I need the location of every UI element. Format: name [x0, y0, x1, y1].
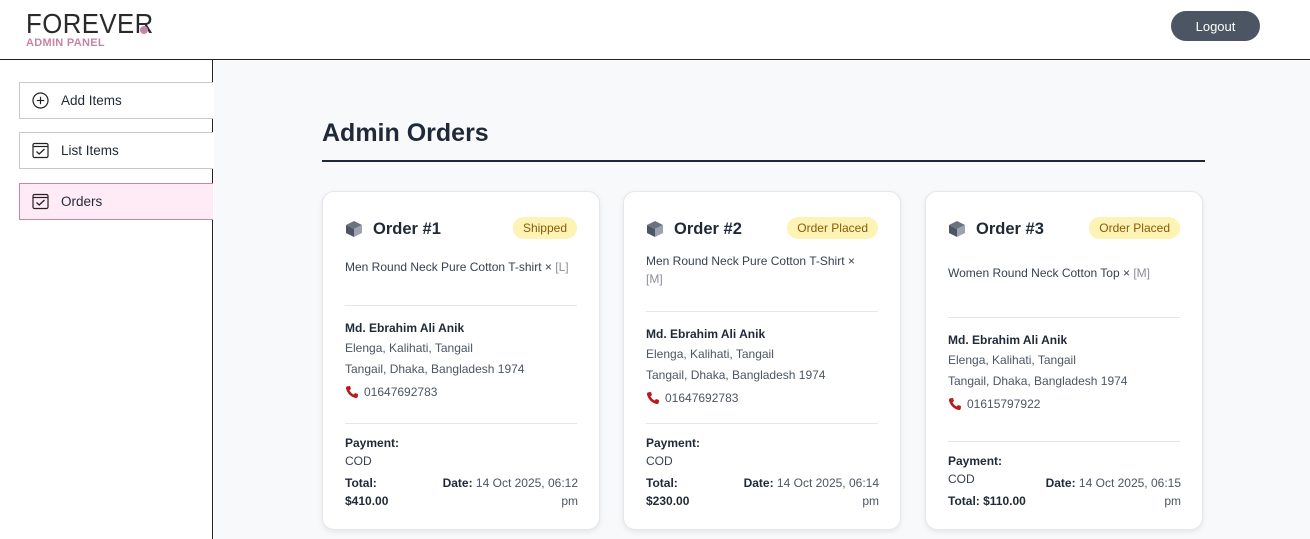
plus-circle-icon [32, 92, 49, 109]
order-card: Order #1 Shipped Men Round Neck Pure Cot… [322, 191, 600, 530]
date-suffix: pm [1164, 494, 1181, 508]
order-header: Order #2 Order Placed [646, 216, 878, 242]
date-label: Date: [1045, 476, 1076, 490]
total-row: Total: $110.00 [948, 494, 1026, 508]
customer-name: Md. Ebrahim Ali Anik [345, 321, 465, 335]
phone-number: 01647692783 [364, 385, 438, 399]
address-line-1: Elenga, Kalihati, Tangail [948, 353, 1076, 367]
customer-name: Md. Ebrahim Ali Anik [948, 333, 1068, 347]
order-header: Order #1 Shipped [345, 216, 577, 242]
customer-name: Md. Ebrahim Ali Anik [646, 327, 766, 341]
main-content: Admin Orders Order #1 Shipped Men Round … [214, 61, 1310, 539]
sidebar-item-orders[interactable]: Orders [19, 183, 213, 220]
date-suffix: pm [862, 494, 879, 508]
payment-method: COD [345, 454, 372, 468]
address-line-1: Elenga, Kalihati, Tangail [345, 341, 473, 355]
phone-row: 01647692783 [646, 391, 738, 405]
order-item: Men Round Neck Pure Cotton T-Shirt × [M] [646, 252, 878, 288]
order-number: Order #2 [674, 219, 742, 238]
phone-number: 01615797922 [967, 397, 1041, 411]
item-size: [M] [646, 272, 663, 286]
address-line-2: Tangail, Dhaka, Bangladesh 1974 [646, 368, 826, 382]
divider [345, 423, 577, 424]
phone-row: 01615797922 [948, 397, 1040, 411]
item-size: [L] [555, 260, 569, 274]
package-icon [949, 221, 965, 237]
sidebar-item-label: List Items [61, 143, 119, 158]
sidebar-item-label: Orders [61, 194, 103, 209]
logout-button[interactable]: Logout [1171, 11, 1260, 41]
divider [345, 305, 577, 306]
logo-dot [140, 26, 148, 34]
order-date: Date: 14 Oct 2025, 06:12 pm [428, 474, 578, 510]
phone-icon [646, 392, 659, 405]
order-item: Men Round Neck Pure Cotton T-shirt × [L] [345, 258, 577, 276]
top-bar: FOREVER ADMIN PANEL Logout [0, 0, 1310, 60]
order-card: Order #3 Order Placed Women Round Neck C… [925, 191, 1203, 530]
item-size: [M] [1133, 266, 1151, 280]
status-badge: Order Placed [787, 217, 878, 239]
date-suffix: pm [561, 494, 578, 508]
logo[interactable]: FOREVER ADMIN PANEL [26, 8, 165, 50]
item-name: Men Round Neck Pure Cotton T-shirt × [345, 260, 552, 274]
date-label: Date: [743, 476, 774, 490]
package-icon [647, 221, 663, 237]
date-value: 14 Oct 2025, 06:12 [475, 476, 578, 490]
status-badge: Order Placed [1089, 217, 1180, 239]
date-label: Date: [442, 476, 473, 490]
phone-icon [948, 398, 961, 411]
order-date: Date: 14 Oct 2025, 06:14 pm [729, 474, 879, 510]
item-name: Men Round Neck Pure Cotton T-Shirt × [646, 254, 855, 268]
payment-method: COD [948, 472, 975, 486]
total-value: $230.00 [646, 494, 690, 508]
divider [948, 441, 1180, 442]
date-value: 14 Oct 2025, 06:14 [776, 476, 879, 490]
total-value: $110.00 [983, 494, 1026, 508]
total-label: Total: [646, 476, 678, 490]
order-card: Order #2 Order Placed Men Round Neck Pur… [623, 191, 901, 530]
payment-method: COD [646, 454, 673, 468]
payment-label: Payment: [646, 436, 701, 450]
logo-text: FOREVER [26, 8, 154, 39]
order-header: Order #3 Order Placed [948, 216, 1180, 242]
phone-icon [345, 386, 358, 399]
address-line-2: Tangail, Dhaka, Bangladesh 1974 [345, 362, 525, 376]
divider [646, 423, 878, 424]
phone-number: 01647692783 [665, 391, 739, 405]
divider [646, 311, 878, 312]
phone-row: 01647692783 [345, 385, 437, 399]
title-divider [322, 160, 1205, 162]
package-icon [346, 221, 362, 237]
total-label: Total: [345, 476, 377, 490]
order-number: Order #1 [373, 219, 441, 238]
status-badge: Shipped [512, 217, 577, 239]
checkbox-icon [32, 142, 49, 159]
total-label: Total: [948, 494, 980, 508]
payment-label: Payment: [345, 436, 400, 450]
address-line-2: Tangail, Dhaka, Bangladesh 1974 [948, 374, 1128, 388]
sidebar: Add Items List Items Orders [0, 60, 213, 539]
date-value: 14 Oct 2025, 06:15 [1078, 476, 1181, 490]
item-name: Women Round Neck Cotton Top × [948, 266, 1130, 280]
sidebar-item-label: Add Items [61, 93, 122, 108]
order-item: Women Round Neck Cotton Top × [M] [948, 264, 1180, 282]
checkbox-icon [32, 193, 49, 210]
order-date: Date: 14 Oct 2025, 06:15 pm [1031, 474, 1181, 510]
order-number: Order #3 [976, 219, 1044, 238]
sidebar-item-add-items[interactable]: Add Items [19, 82, 213, 119]
page-title: Admin Orders [322, 119, 489, 147]
divider [948, 317, 1180, 318]
payment-label: Payment: [948, 454, 1003, 468]
total-value: $410.00 [345, 494, 389, 508]
address-line-1: Elenga, Kalihati, Tangail [646, 347, 774, 361]
sidebar-item-list-items[interactable]: List Items [19, 132, 213, 169]
